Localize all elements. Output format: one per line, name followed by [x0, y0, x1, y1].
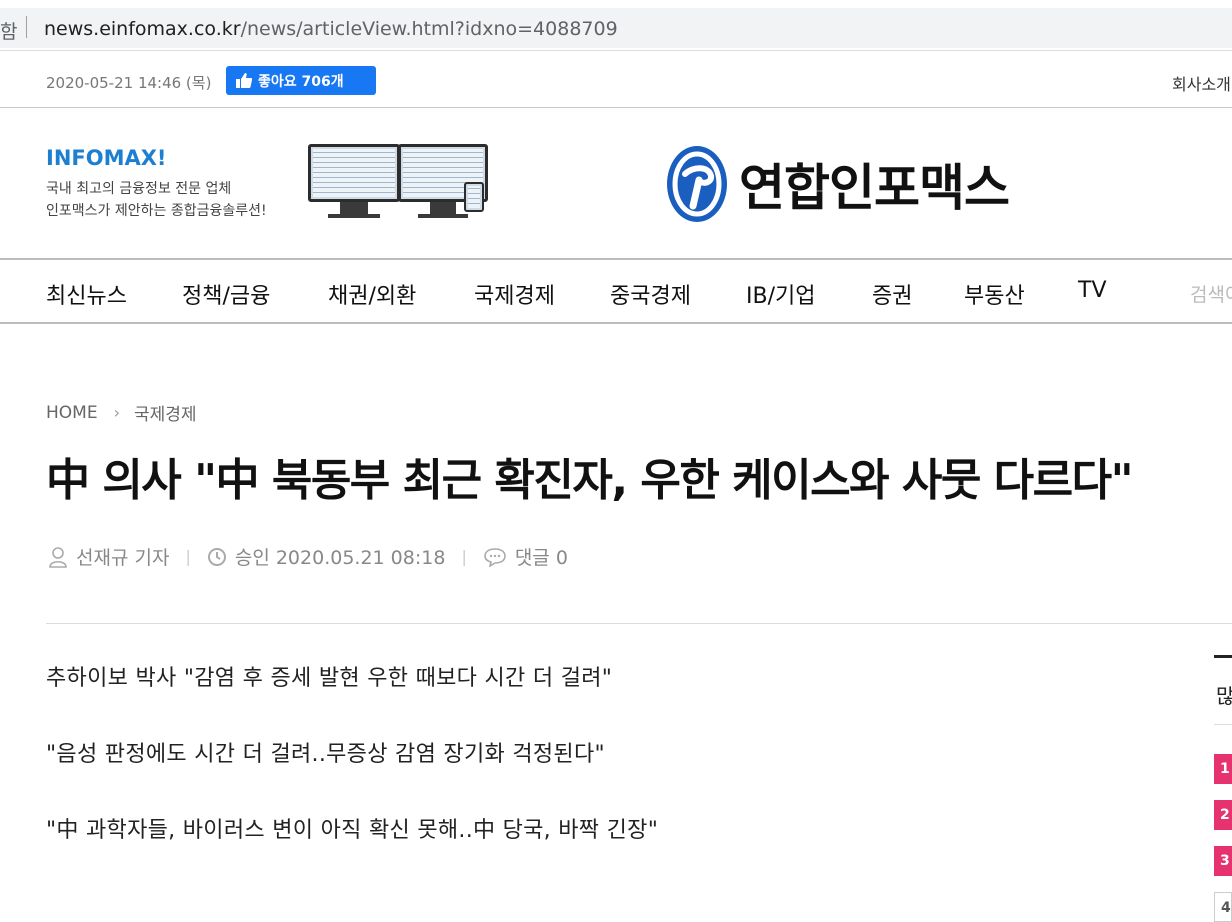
search-input[interactable]: 검색어 — [1190, 280, 1232, 307]
site-logo[interactable]: 연합인포맥스 — [665, 142, 1045, 226]
current-date: 2020-05-21 14:46 (목) — [46, 74, 212, 92]
sidebar-rank-badge[interactable]: 3 — [1214, 846, 1232, 876]
nav-item-international-economy[interactable]: 국제경제 — [474, 278, 555, 310]
meta-separator: | — [461, 547, 467, 566]
breadcrumb-home[interactable]: HOME — [46, 403, 98, 423]
main-navigation: 최신뉴스 정책/금융 채권/외환 국제경제 중국경제 IB/기업 증권 부동산 … — [0, 258, 1232, 324]
url-host: news.einfomax.co.kr — [44, 18, 241, 40]
user-icon — [48, 546, 68, 568]
sidebar-divider — [1214, 724, 1232, 725]
nav-item-latest-news[interactable]: 최신뉴스 — [46, 278, 127, 310]
company-intro-link[interactable]: 회사소개 — [1172, 71, 1231, 95]
sidebar-top-border — [1214, 655, 1232, 658]
yonhap-infomax-logo-icon — [667, 146, 727, 222]
monitor-stand-1 — [340, 202, 368, 214]
nav-item-china-economy[interactable]: 중국경제 — [610, 278, 691, 310]
nav-item-bond-fx[interactable]: 채권/외환 — [328, 278, 416, 310]
thumbs-up-icon — [236, 73, 252, 88]
nav-item-ib-corporate[interactable]: IB/기업 — [746, 278, 815, 310]
nav-item-policy-finance[interactable]: 정책/금융 — [182, 278, 270, 310]
article-subtitle-1: 추하이보 박사 "감염 후 증세 발현 우한 때보다 시간 더 걸려" — [46, 666, 613, 691]
monitor-image-1 — [308, 144, 400, 202]
comment-icon — [483, 547, 507, 567]
nav-item-real-estate[interactable]: 부동산 — [964, 278, 1025, 310]
clock-icon — [207, 547, 227, 567]
article-meta: 선재규 기자 | 승인 2020.05.21 08:18 | 댓글 0 — [48, 543, 568, 570]
facebook-like-button[interactable]: 좋아요 706개 — [226, 66, 376, 95]
logo-text: 연합인포맥스 — [739, 159, 1010, 217]
tablet-image — [464, 182, 484, 212]
url-separator — [26, 16, 27, 38]
sidebar-rank-badge[interactable]: 2 — [1214, 800, 1232, 830]
content-divider — [46, 623, 1232, 624]
site-header: INFOMAX! 국내 최고의 금융정보 전문 업체 인포맥스가 제안하는 종합… — [0, 108, 1232, 258]
monitor-base-2 — [418, 214, 468, 218]
nav-item-tv[interactable]: TV — [1078, 278, 1107, 303]
infomax-ad-banner[interactable]: INFOMAX! 국내 최고의 금융정보 전문 업체 인포맥스가 제안하는 종합… — [44, 142, 496, 224]
chevron-right-icon: › — [113, 403, 120, 422]
ad-tagline-2: 인포맥스가 제안하는 종합금융솔루션! — [46, 203, 267, 219]
url-prefix-text: 함 — [0, 21, 18, 43]
comment-count[interactable]: 댓글 0 — [515, 543, 568, 570]
browser-url-bar: 함 news.einfomax.co.kr/news/articleView.h… — [0, 0, 1232, 52]
article-headline: 中 의사 "中 북동부 최근 확진자, 우한 케이스와 사뭇 다르다" — [46, 455, 1134, 506]
article-subtitle-2: "음성 판정에도 시간 더 걸려..무증상 감염 장기화 걱정된다" — [46, 742, 605, 767]
ad-tagline-1: 국내 최고의 금융정보 전문 업체 — [46, 181, 232, 197]
meta-separator: | — [185, 547, 191, 566]
breadcrumb: HOME › 국제경제 — [46, 400, 197, 426]
top-utility-bar: 2020-05-21 14:46 (목) 좋아요 706개 회사소개 — [0, 56, 1232, 108]
sidebar-rank-badge[interactable]: 1 — [1214, 754, 1232, 784]
url-path: /news/articleView.html?idxno=4088709 — [240, 18, 618, 40]
ad-title: INFOMAX! — [46, 146, 167, 170]
breadcrumb-section[interactable]: 국제경제 — [134, 400, 197, 425]
url-text[interactable]: news.einfomax.co.kr/news/articleView.htm… — [44, 18, 618, 40]
nav-item-securities[interactable]: 증권 — [872, 278, 912, 310]
article-author[interactable]: 선재규 기자 — [76, 543, 169, 570]
sidebar-title: 많이 본 뉴스 — [1216, 684, 1232, 708]
sidebar-rank-badge[interactable]: 4 — [1214, 892, 1232, 922]
address-bar[interactable]: 함 news.einfomax.co.kr/news/articleView.h… — [0, 8, 1232, 48]
article-subtitle-3: "中 과학자들, 바이러스 변이 아직 확신 못해..中 당국, 바짝 긴장" — [46, 818, 659, 843]
url-bar-divider — [0, 50, 1232, 51]
like-count-label: 좋아요 706개 — [258, 73, 344, 90]
monitor-base-1 — [328, 214, 380, 218]
monitor-stand-2 — [430, 202, 456, 214]
article-approval-time: 승인 2020.05.21 08:18 — [234, 547, 446, 569]
